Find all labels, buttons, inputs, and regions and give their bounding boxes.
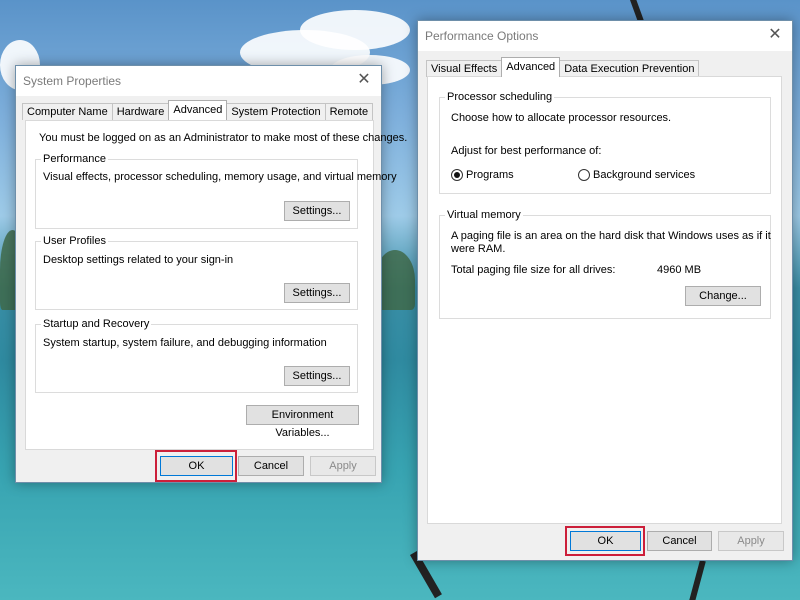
ok-button[interactable]: OK: [160, 456, 233, 476]
total-paging-label: Total paging file size for all drives:: [451, 264, 616, 276]
apply-button[interactable]: Apply: [718, 531, 784, 551]
performance-group: Performance Visual effects, processor sc…: [35, 153, 397, 229]
programs-radio[interactable]: [451, 169, 463, 181]
processor-scheduling-group: Processor scheduling Choose how to alloc…: [439, 91, 771, 194]
apply-button[interactable]: Apply: [310, 456, 376, 476]
ok-button[interactable]: OK: [570, 531, 641, 551]
close-icon[interactable]: ✕: [758, 21, 792, 51]
tab-remote[interactable]: Remote: [324, 103, 374, 120]
advanced-tab-panel: Processor scheduling Choose how to alloc…: [427, 76, 782, 524]
cancel-button[interactable]: Cancel: [647, 531, 712, 551]
background-services-radio[interactable]: [578, 169, 590, 181]
tab-data-execution-prevention[interactable]: Data Execution Prevention: [559, 60, 700, 77]
tab-computer-name[interactable]: Computer Name: [22, 103, 113, 120]
cloud: [300, 10, 410, 50]
change-button[interactable]: Change...: [685, 286, 761, 306]
window-title: System Properties: [23, 74, 122, 88]
tab-strip: Computer Name Hardware Advanced System P…: [22, 100, 374, 120]
performance-description: Visual effects, processor scheduling, me…: [43, 171, 397, 183]
title-bar: System Properties ✕: [16, 66, 381, 96]
adjust-label: Adjust for best performance of:: [451, 145, 602, 157]
tab-hardware[interactable]: Hardware: [111, 103, 170, 120]
tab-system-protection[interactable]: System Protection: [226, 103, 326, 120]
startup-recovery-description: System startup, system failure, and debu…: [43, 337, 327, 349]
virtual-memory-description-line2: were RAM.: [451, 243, 506, 255]
title-bar: Performance Options ✕: [418, 21, 792, 51]
total-paging-value: 4960 MB: [657, 264, 702, 276]
startup-recovery-group: Startup and Recovery System startup, sys…: [35, 318, 358, 393]
user-profiles-label: User Profiles: [41, 235, 108, 247]
tab-strip: Visual Effects Advanced Data Execution P…: [426, 57, 700, 77]
virtual-memory-label: Virtual memory: [445, 209, 523, 221]
tab-visual-effects[interactable]: Visual Effects: [426, 60, 503, 77]
tab-advanced[interactable]: Advanced: [168, 100, 228, 120]
background-services-label[interactable]: Background services: [593, 169, 695, 181]
startup-recovery-label: Startup and Recovery: [41, 318, 152, 330]
close-icon[interactable]: ✕: [347, 66, 381, 96]
admin-note: You must be logged on as an Administrato…: [39, 132, 408, 144]
virtual-memory-group: Virtual memory A paging file is an area …: [439, 209, 771, 319]
cancel-button[interactable]: Cancel: [238, 456, 304, 476]
performance-settings-button[interactable]: Settings...: [284, 201, 350, 221]
programs-label[interactable]: Programs: [466, 169, 514, 181]
aircraft-strut: [688, 560, 706, 600]
user-profiles-description: Desktop settings related to your sign-in: [43, 254, 234, 266]
processor-scheduling-label: Processor scheduling: [445, 91, 555, 103]
tab-advanced[interactable]: Advanced: [501, 57, 561, 77]
advanced-tab-panel: You must be logged on as an Administrato…: [25, 120, 407, 450]
window-title: Performance Options: [425, 29, 539, 43]
virtual-memory-description-line1: A paging file is an area on the hard dis…: [451, 230, 771, 242]
performance-label: Performance: [41, 153, 108, 165]
processor-scheduling-description: Choose how to allocate processor resourc…: [451, 112, 672, 124]
environment-variables-button[interactable]: Environment Variables...: [246, 405, 359, 439]
startup-recovery-settings-button[interactable]: Settings...: [284, 366, 350, 386]
system-properties-window: System Properties ✕ Computer Name Hardwa…: [15, 65, 407, 483]
user-profiles-settings-button[interactable]: Settings...: [284, 283, 350, 303]
user-profiles-group: User Profiles Desktop settings related t…: [35, 235, 358, 310]
performance-options-window: Performance Options ✕ Visual Effects Adv…: [417, 20, 793, 561]
